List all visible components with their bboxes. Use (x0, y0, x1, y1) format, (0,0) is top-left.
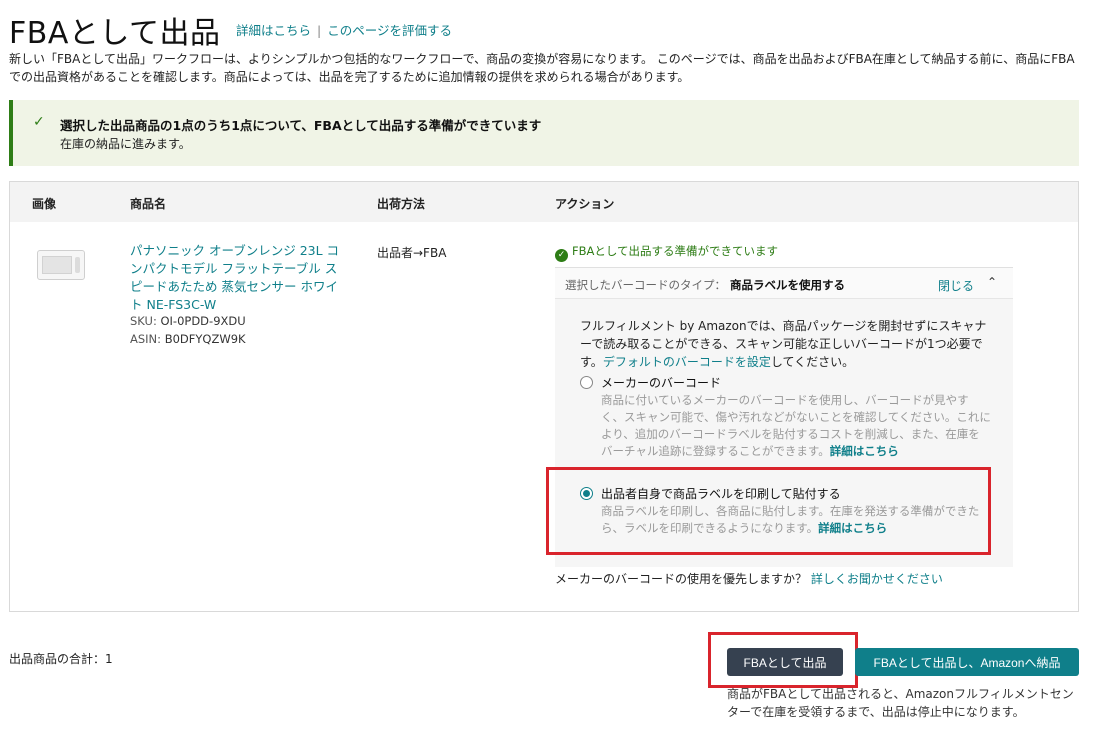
product-name-link[interactable]: パナソニック オーブンレンジ 23L コンパクトモデル フラットテーブル スピー… (130, 242, 340, 314)
ready-status: ✓ FBAとして出品する準備ができています (555, 243, 778, 262)
microwave-image (37, 250, 85, 280)
barcode-type-row: 選択したバーコードのタイプ： 商品ラベルを使用する 閉じる ⌃ (555, 267, 1013, 299)
sku-label: SKU: (130, 314, 157, 328)
shipping-method: 出品者→FBA (377, 246, 447, 260)
page-title: FBAとして出品 (9, 16, 221, 51)
asin-line: ASIN: B0DFYQZW9K (130, 332, 246, 346)
highlight-box-option (546, 467, 991, 555)
manufacturer-barcode-radio[interactable] (580, 376, 593, 389)
barcode-type-label: 選択したバーコードのタイプ： 商品ラベルを使用する (565, 278, 845, 292)
default-barcode-link[interactable]: デフォルトのバーコードを設定 (603, 355, 771, 369)
banner-subtitle: 在庫の納品に進みます。 (60, 137, 191, 151)
rate-page-link[interactable]: このページを評価する (327, 23, 452, 38)
option1-title: メーカーのバーコード (601, 376, 722, 390)
details-link[interactable]: 詳細はこちら (236, 23, 311, 38)
list-as-fba-button[interactable]: FBAとして出品 (727, 648, 843, 676)
option1-details-link[interactable]: 詳細はこちら (830, 444, 899, 458)
banner-title: 選択した出品商品の1点のうち1点について、FBAとして出品する準備ができています (60, 118, 542, 133)
microwave-window (42, 256, 72, 274)
table-header: 画像 商品名 出荷方法 アクション (10, 182, 1078, 222)
barcode-type-value: 商品ラベルを使用する (730, 278, 845, 292)
sku-value: OI-0PDD-9XDU (160, 314, 246, 328)
success-banner: ✓ 選択した出品商品の1点のうち1点について、FBAとして出品する準備ができてい… (9, 100, 1079, 166)
chevron-up-icon[interactable]: ⌃ (987, 275, 997, 289)
intro-text: 新しい「FBAとして出品」ワークフローは、よりシンプルかつ包括的なワークフローで… (9, 52, 1075, 84)
option1-desc: 商品に付いているメーカーのバーコードを使用し、バーコードが見やすく、スキャン可能… (601, 393, 991, 458)
header-links: 詳細はこちら | このページを評価する (236, 20, 452, 39)
header-action: アクション (555, 197, 615, 211)
header-name: 商品名 (130, 197, 167, 211)
close-link[interactable]: 閉じる (938, 277, 974, 294)
ready-text: FBAとして出品する準備ができています (572, 244, 779, 258)
check-icon: ✓ (33, 114, 45, 130)
header-image: 画像 (32, 197, 57, 211)
list-and-send-button[interactable]: FBAとして出品し、Amazonへ納品 (855, 648, 1079, 676)
fulfillment-text: フルフィルメント by Amazonでは、商品パッケージを開封せずにスキャナーで… (580, 319, 987, 369)
asin-value: B0DFYQZW9K (164, 332, 246, 346)
microwave-panel (75, 257, 80, 273)
header-shipping: 出荷方法 (377, 197, 426, 211)
link-separator: | (317, 23, 322, 38)
check-circle-icon: ✓ (555, 249, 568, 262)
tell-us-more-link[interactable]: 詳しくお聞かせください (811, 572, 943, 586)
prefer-manufacturer-text: メーカーのバーコードの使用を優先しますか？ 詳しくお聞かせください (555, 572, 943, 586)
asin-label: ASIN: (130, 332, 162, 346)
sku-line: SKU: OI-0PDD-9XDU (130, 314, 246, 328)
footer-note: 商品がFBAとして出品されると、Amazonフルフィルメントセンターで在庫を受領… (727, 687, 1074, 719)
listing-total: 出品商品の合計：1 (9, 652, 113, 666)
